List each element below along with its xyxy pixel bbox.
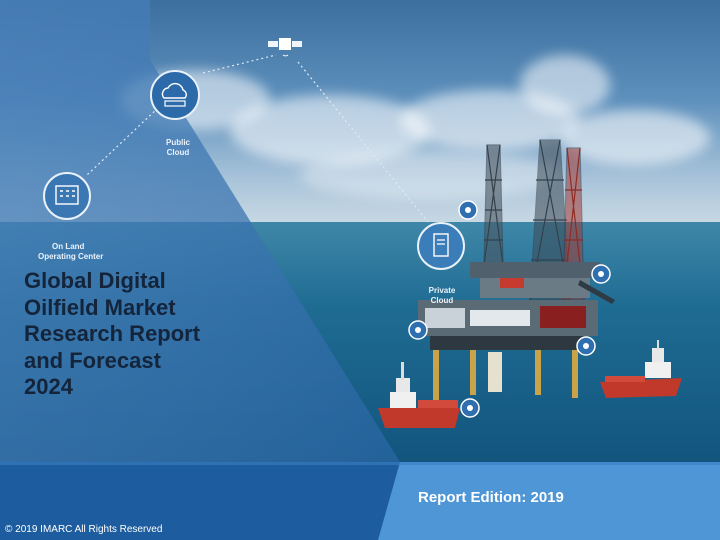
target-icon (591, 264, 611, 284)
private-cloud-line-1: Private (428, 286, 456, 295)
title-line-5: 2024 (24, 374, 73, 399)
on-land-line-1: On Land (52, 242, 85, 251)
on-land-label: On Land Operating Center (30, 242, 110, 262)
title-line-4: and Forecast (24, 347, 161, 373)
report-title: Global Digital Oilfield Market Research … (24, 268, 264, 401)
private-cloud-line-2: Cloud (430, 296, 454, 305)
cover-slide: Public Cloud On Land Operating Center Pr… (0, 0, 720, 540)
public-cloud-label: Public Cloud (150, 138, 206, 158)
report-edition: Report Edition: 2019 (418, 489, 564, 506)
copyright-notice: © 2019 IMARC All Rights Reserved (5, 524, 163, 535)
title-line-2: Oilfield Market (24, 294, 176, 320)
target-icon (576, 336, 596, 356)
public-cloud-line-2: Cloud (166, 148, 190, 157)
public-cloud-line-1: Public (165, 138, 190, 147)
link-satellite-to-private (297, 61, 429, 223)
server-icon (417, 222, 465, 270)
link-cloud-to-satellite (202, 54, 277, 74)
public-cloud-icon (150, 70, 200, 120)
title-line-1: Global Digital (24, 268, 166, 293)
private-cloud-label: Private Cloud (414, 286, 470, 306)
link-cloud-to-onland (85, 107, 159, 177)
target-icon (460, 398, 480, 418)
on-land-line-2: Operating Center (38, 252, 104, 261)
target-icon (408, 320, 428, 340)
satellite-icon (268, 38, 302, 57)
title-line-3: Research Report (24, 321, 201, 346)
building-icon (43, 172, 91, 220)
target-icon (458, 200, 478, 220)
